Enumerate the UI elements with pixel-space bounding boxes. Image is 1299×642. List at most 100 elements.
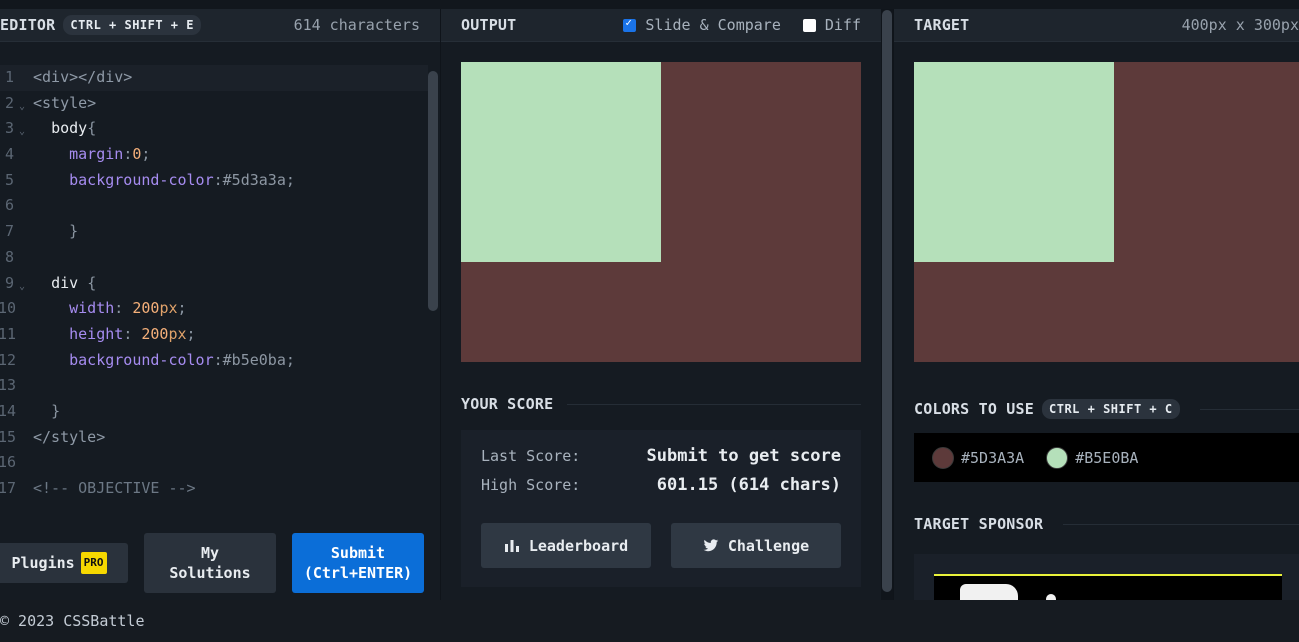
target-title: TARGET <box>914 16 970 34</box>
code-token: body <box>51 119 88 138</box>
line-number: 2 <box>4 93 14 112</box>
submit-label-line1: Submit <box>330 544 386 562</box>
code-token: height <box>69 324 124 343</box>
plugins-label: Plugins <box>11 554 75 572</box>
editor-scrollbar[interactable] <box>428 71 438 311</box>
output-preview[interactable] <box>461 62 861 362</box>
line-number: 9 <box>4 273 14 292</box>
code-token: { <box>87 119 97 138</box>
line-number: 15 <box>0 427 17 446</box>
code-line: 1 <div></div> <box>0 65 428 91</box>
diff-checkbox[interactable] <box>802 18 816 32</box>
code-line: 14 } <box>0 399 428 425</box>
divider <box>1199 408 1299 410</box>
submit-button[interactable]: Submit (Ctrl+ENTER) <box>292 533 424 593</box>
target-dimensions: 400px x 300px <box>1181 16 1299 34</box>
line-number: 16 <box>0 453 17 472</box>
code-token: background-color <box>69 170 214 189</box>
leaderboard-button[interactable]: Leaderboard <box>481 523 651 568</box>
code-token: { <box>87 273 97 292</box>
line-number: 17 <box>0 479 17 497</box>
code-line: 15 </style> <box>0 425 428 451</box>
color-swatch[interactable]: #5D3A3A <box>932 446 1025 469</box>
line-number: 3 <box>4 119 14 138</box>
output-panel: OUTPUT Slide & Compare Diff YOUR SCORE L… <box>441 9 881 600</box>
code-token: <!-- OBJECTIVE --> <box>33 479 196 497</box>
high-score-row: High Score: 601.15 (614 chars) <box>481 475 841 495</box>
last-score-label: Last Score: <box>481 447 581 465</box>
twitter-icon <box>703 538 719 551</box>
code-token: margin <box>69 145 124 164</box>
code-token: <style> <box>33 93 97 112</box>
code-token: #b5e0ba <box>222 350 286 369</box>
sponsor-section-header: TARGET SPONSOR <box>914 515 1299 533</box>
line-number: 11 <box>0 324 17 343</box>
plugins-button[interactable]: Plugins PRO <box>0 543 128 583</box>
divider <box>1063 523 1299 525</box>
my-solutions-button[interactable]: My Solutions <box>144 533 276 593</box>
color-swatch[interactable]: #B5E0BA <box>1046 446 1139 469</box>
slide-compare-label: Slide & Compare <box>645 16 781 34</box>
code-token: } <box>69 222 79 241</box>
code-editor[interactable]: 1 <div></div> 2 ⌄ <style> 3 ⌄ body{ 4 margin… <box>0 65 428 511</box>
pro-badge: PRO <box>80 552 107 574</box>
sponsor-logo[interactable] <box>934 574 1282 600</box>
line-number: 8 <box>4 247 14 266</box>
code-token: <div> <box>33 68 79 86</box>
my-solutions-label-line1: My <box>200 544 220 562</box>
challenge-button[interactable]: Challenge <box>671 523 841 568</box>
character-count: 614 characters <box>293 16 420 34</box>
score-section-header: YOUR SCORE <box>461 395 861 413</box>
scrollbar-thumb[interactable] <box>882 10 892 592</box>
diff-label: Diff <box>824 16 861 34</box>
challenge-label: Challenge <box>727 536 810 555</box>
editor-panel: EDITOR CTRL + SHIFT + E 614 characters 1… <box>0 9 440 600</box>
copyright-text: © 2023 CSSBattle <box>0 612 145 630</box>
submit-label-line2: (Ctrl+ENTER) <box>303 564 413 582</box>
slide-compare-checkbox[interactable] <box>623 16 637 32</box>
divider <box>567 403 861 405</box>
target-header: TARGET 400px x 300px <box>894 9 1299 42</box>
code-line: 16 <box>0 450 428 476</box>
editor-header: EDITOR CTRL + SHIFT + E 614 characters <box>0 9 440 42</box>
target-image <box>914 62 1299 362</box>
code-token: } <box>51 401 61 420</box>
line-number: 6 <box>4 196 14 215</box>
sponsor-card[interactable] <box>914 554 1299 600</box>
code-token: width <box>69 299 115 318</box>
code-token: 200 <box>141 324 169 343</box>
color-dot <box>932 446 954 469</box>
high-score-value: 601.15 (614 chars) <box>656 475 841 495</box>
code-line: 2 ⌄ <style> <box>0 91 428 117</box>
line-number: 5 <box>4 170 14 189</box>
line-number: 10 <box>0 299 17 318</box>
line-number: 13 <box>0 376 17 395</box>
code-line: 7 } <box>0 219 428 245</box>
code-token: 200 <box>132 299 160 318</box>
editor-title: EDITOR <box>0 16 56 34</box>
high-score-label: High Score: <box>481 476 581 494</box>
colors-title: COLORS TO USE <box>914 400 1034 418</box>
target-square <box>914 62 1114 262</box>
code-line: 6 <box>0 193 428 219</box>
last-score-row: Last Score: Submit to get score <box>481 446 841 466</box>
output-square <box>461 62 661 262</box>
panel-scrollbar[interactable] <box>881 9 893 600</box>
slide-compare-toggle[interactable]: Slide & Compare <box>623 16 781 34</box>
code-token: background-color <box>69 350 214 369</box>
color-hex: #B5E0BA <box>1075 448 1139 467</box>
bar-chart-icon <box>504 539 519 552</box>
code-line: 8 <box>0 245 428 271</box>
colors-section-header: COLORS TO USE CTRL + SHIFT + C <box>914 399 1299 419</box>
code-line: 13 <box>0 373 428 399</box>
code-line: 12 background-color:#b5e0ba; <box>0 348 428 374</box>
last-score-value: Submit to get score <box>646 446 841 466</box>
line-number: 7 <box>4 222 14 241</box>
footer: © 2023 CSSBattle <box>0 600 1299 642</box>
color-hex: #5D3A3A <box>961 448 1025 467</box>
diff-toggle[interactable]: Diff <box>802 16 861 34</box>
code-line: 17 <!-- OBJECTIVE --> <box>0 476 428 502</box>
score-card: Last Score: Submit to get score High Sco… <box>461 430 861 587</box>
colors-list: #5D3A3A #B5E0BA <box>914 433 1299 482</box>
code-line: 10 width: 200px; <box>0 296 428 322</box>
